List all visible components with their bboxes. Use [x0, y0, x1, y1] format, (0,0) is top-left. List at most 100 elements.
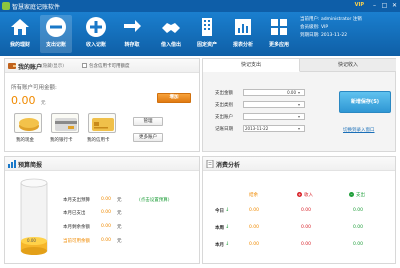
category-label: 支出类别 [215, 103, 233, 108]
category-select[interactable] [243, 101, 305, 108]
cash-coins-icon [19, 118, 39, 131]
toolbar-label: 我的理财 [9, 42, 30, 48]
date-dropdown-icon[interactable]: ▾ [298, 126, 300, 131]
trend-down-icon: ↓ [225, 224, 230, 230]
more-accounts-button[interactable]: 更多账户 [133, 133, 163, 142]
budget-row-unit: 元 [117, 239, 122, 244]
tab-quick-income[interactable]: 快记收入 [300, 59, 396, 72]
toolbar-label: 固定资产 [196, 42, 217, 48]
user-level: 会员级别: VIP [300, 25, 329, 30]
minus-circle-icon [46, 17, 66, 37]
budget-row-unit: 元 [117, 198, 122, 203]
analysis-title: 消费分析 [216, 162, 241, 169]
toggle-visibility-link[interactable]: (隐藏/显示) [41, 63, 64, 69]
toolbar-my-finance-button[interactable]: 我的理财 [4, 15, 36, 53]
amount-spin-icon[interactable]: ▾ [298, 90, 300, 95]
app-logo-icon [2, 2, 10, 10]
row-label-today: 今日 [215, 209, 224, 214]
category-dropdown-icon[interactable]: ▾ [298, 102, 300, 107]
cash-card[interactable] [14, 113, 42, 133]
trend-down-icon: ↓ [225, 207, 230, 213]
budget-row-unit: 元 [117, 225, 122, 230]
toolbar-transfer-button[interactable]: 转存取 [116, 15, 148, 53]
toolbar-more-apps-button[interactable]: 更多应用 [263, 15, 295, 53]
budget-gauge [20, 178, 48, 255]
account-dropdown-icon[interactable]: ▾ [298, 114, 300, 119]
income-badge-icon: + [297, 192, 302, 197]
house-icon [11, 19, 29, 35]
vip-badge[interactable]: VIP [355, 2, 364, 8]
account-select[interactable] [243, 113, 305, 120]
cell-balance: 0.00 [249, 208, 260, 213]
trend-down-icon: ↓ [225, 241, 230, 247]
save-button[interactable]: 新增保存(S) [339, 91, 391, 113]
plus-circle-icon [86, 17, 106, 37]
handshake-icon [162, 23, 180, 33]
toolbar-expense-button[interactable]: 支出记账 [40, 15, 72, 53]
amount-label: 支出金额 [215, 91, 233, 96]
analysis-panel-header: 消费分析 [203, 157, 395, 171]
col-balance-header: 结余 [249, 193, 258, 198]
budget-row-label: 本月剩余余额 [63, 225, 90, 230]
wallet-icon [8, 63, 16, 69]
analysis-panel: 消费分析 结余 + 收入 – 支出 今日 ↓ 0.00 0.00 0.00 本周… [202, 156, 396, 264]
credit-checkbox[interactable] [82, 63, 87, 68]
cell-balance: 0.00 [249, 225, 260, 230]
cash-label: 我的现金 [16, 138, 34, 143]
user-info: 当前用户: administrator 注销 会员级别: VIP 到期日期: 2… [300, 16, 398, 40]
credit-card[interactable] [88, 113, 116, 133]
toolbar-label: 转存取 [124, 42, 140, 48]
bank-label: 我的银行卡 [50, 138, 73, 143]
toolbar-assets-button[interactable]: 固定资产 [191, 15, 223, 53]
bank-card[interactable] [51, 113, 79, 133]
toolbar-lend-button[interactable]: 借入借出 [155, 15, 187, 53]
manage-button[interactable]: 管理 [133, 117, 163, 126]
user-expiry: 到期日期: 2013-11-22 [300, 33, 348, 38]
cell-expense: 0.00 [353, 208, 364, 213]
tab-quick-expense[interactable]: 快记支出 [203, 59, 300, 72]
cell-income: 0.00 [301, 225, 312, 230]
account-panel: 我的账户 (隐藏/显示) 包含信用卡可用额度 所有账户可用金额: 0.00 元 … [4, 58, 200, 152]
col-income-header: 收入 [304, 193, 313, 198]
quick-record-panel: 快记支出 快记收入 支出金额 0.00 ▾ 支出类别 ▾ 支出账户 ▾ 记账日期… [202, 58, 396, 152]
budget-row-label: 本月已支出 [63, 211, 86, 216]
gauge-value: 0.00 [27, 238, 36, 243]
add-account-button[interactable]: 增加 [157, 93, 191, 103]
cell-income: 0.00 [301, 208, 312, 213]
transfer-icon [124, 20, 141, 32]
toolbar-reports-button[interactable]: 报表分析 [227, 15, 259, 53]
cell-income: 0.00 [301, 242, 312, 247]
budget-row-value: 0.00 [101, 224, 112, 229]
budget-row-value: 0.00 [101, 197, 112, 202]
close-icon[interactable]: ✕ [390, 1, 399, 10]
budget-row-value: 0.00 [101, 210, 112, 215]
toolbar-label: 更多应用 [268, 42, 289, 48]
credit-label: 我的信用卡 [87, 138, 110, 143]
amount-input[interactable]: 0.00 [243, 89, 305, 96]
minimize-icon[interactable]: – [370, 1, 379, 10]
analysis-doc-icon [206, 160, 214, 168]
title-bar: 智慧家庭记账软件 VIP – □ ✕ [0, 0, 400, 12]
budget-title: 预算简报 [18, 162, 43, 169]
budget-row-label: 本月支出预算 [63, 198, 90, 203]
user-line: 当前用户: administrator 注销 [300, 17, 362, 22]
toolbar-label: 报表分析 [232, 42, 253, 48]
col-expense-header: 支出 [356, 193, 365, 198]
report-icon [235, 19, 251, 35]
budget-row-value: 0.00 [101, 238, 112, 243]
set-budget-link[interactable]: (点击设置预算) [139, 197, 170, 203]
account-panel-header: 我的账户 (隐藏/显示) 包含信用卡可用额度 [5, 59, 199, 73]
balance-unit: 元 [41, 101, 46, 106]
date-input[interactable]: 2013-11-22 [243, 125, 305, 132]
toolbar-label: 借入借出 [160, 42, 181, 48]
budget-row-label: 当前可用余额 [63, 239, 90, 244]
bank-card-icon [55, 118, 77, 131]
app-title: 智慧家庭记账软件 [12, 4, 61, 11]
toolbar-income-button[interactable]: 收入记账 [80, 15, 112, 53]
switch-to-entry-link[interactable]: 切换到录入窗口 [343, 127, 375, 133]
maximize-icon[interactable]: □ [380, 1, 389, 10]
balance-value: 0.00 [11, 94, 36, 107]
credit-card-icon [92, 118, 114, 131]
toolbar-label: 收入记账 [85, 42, 106, 48]
cell-expense: 0.00 [353, 242, 364, 247]
